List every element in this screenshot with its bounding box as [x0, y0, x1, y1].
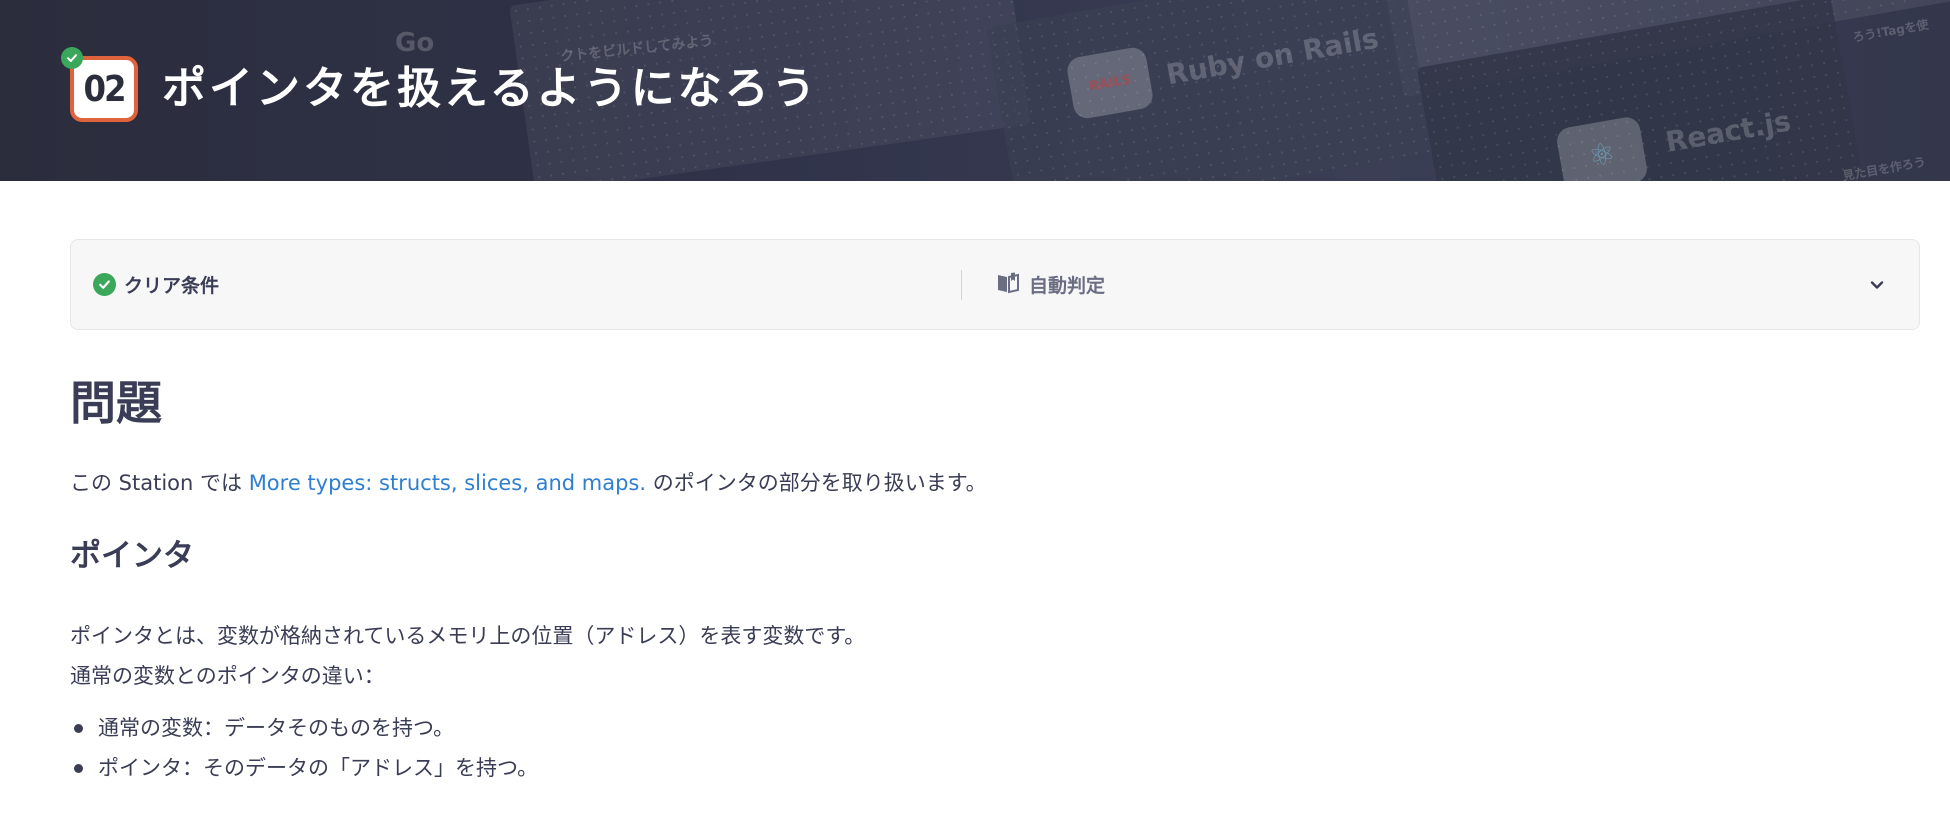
intro-text: この Station では: [70, 471, 249, 495]
definition-line: 通常の変数とのポインタの違い：: [70, 664, 385, 688]
page-title: ポインタを扱えるようになろう: [162, 63, 819, 114]
difference-list: 通常の変数：データそのものを持つ。 ポインタ：そのデータの「アドレス」を持つ。: [70, 708, 1920, 788]
station-header-banner: Go クトをビルドしてみよう RAILS Ruby on Rails ⚛ Rea…: [0, 0, 1950, 181]
clear-condition-panel[interactable]: クリア条件 自動判定: [70, 239, 1920, 330]
book-icon: [996, 272, 1020, 298]
judge-section: 自動判定: [962, 271, 1857, 298]
station-number: 02: [83, 68, 126, 110]
tour-link[interactable]: More types: structs, slices, and maps.: [249, 471, 646, 495]
station-number-badge: 02: [70, 56, 138, 122]
pointer-section-heading: ポインタ: [70, 538, 194, 574]
list-item: 通常の変数：データそのものを持つ。: [70, 708, 1920, 748]
list-item: ポインタ：そのデータの「アドレス」を持つ。: [70, 748, 1920, 788]
definition-paragraph: ポインタとは、変数が格納されているメモリ上の位置（アドレス）を表す変数です。 通常…: [70, 616, 1920, 696]
chevron-down-icon[interactable]: [1857, 265, 1897, 305]
clear-condition-section: クリア条件: [71, 271, 961, 298]
auto-judge-label: 自動判定: [1029, 275, 1106, 297]
problem-heading: 問題: [70, 376, 162, 430]
check-icon: [93, 273, 116, 296]
clear-condition-label: クリア条件: [124, 275, 220, 297]
banner-bg-text: ろう!Tagを使: [1851, 17, 1930, 45]
banner-bg-text: Go: [395, 28, 435, 58]
intro-paragraph: この Station では More types: structs, slice…: [70, 468, 1920, 498]
station-content: 問題 この Station では More types: structs, sl…: [70, 360, 1920, 788]
definition-line: ポインタとは、変数が格納されているメモリ上の位置（アドレス）を表す変数です。: [70, 624, 866, 648]
intro-text: のポインタの部分を取り扱います。: [646, 471, 987, 495]
check-icon: [61, 47, 83, 69]
